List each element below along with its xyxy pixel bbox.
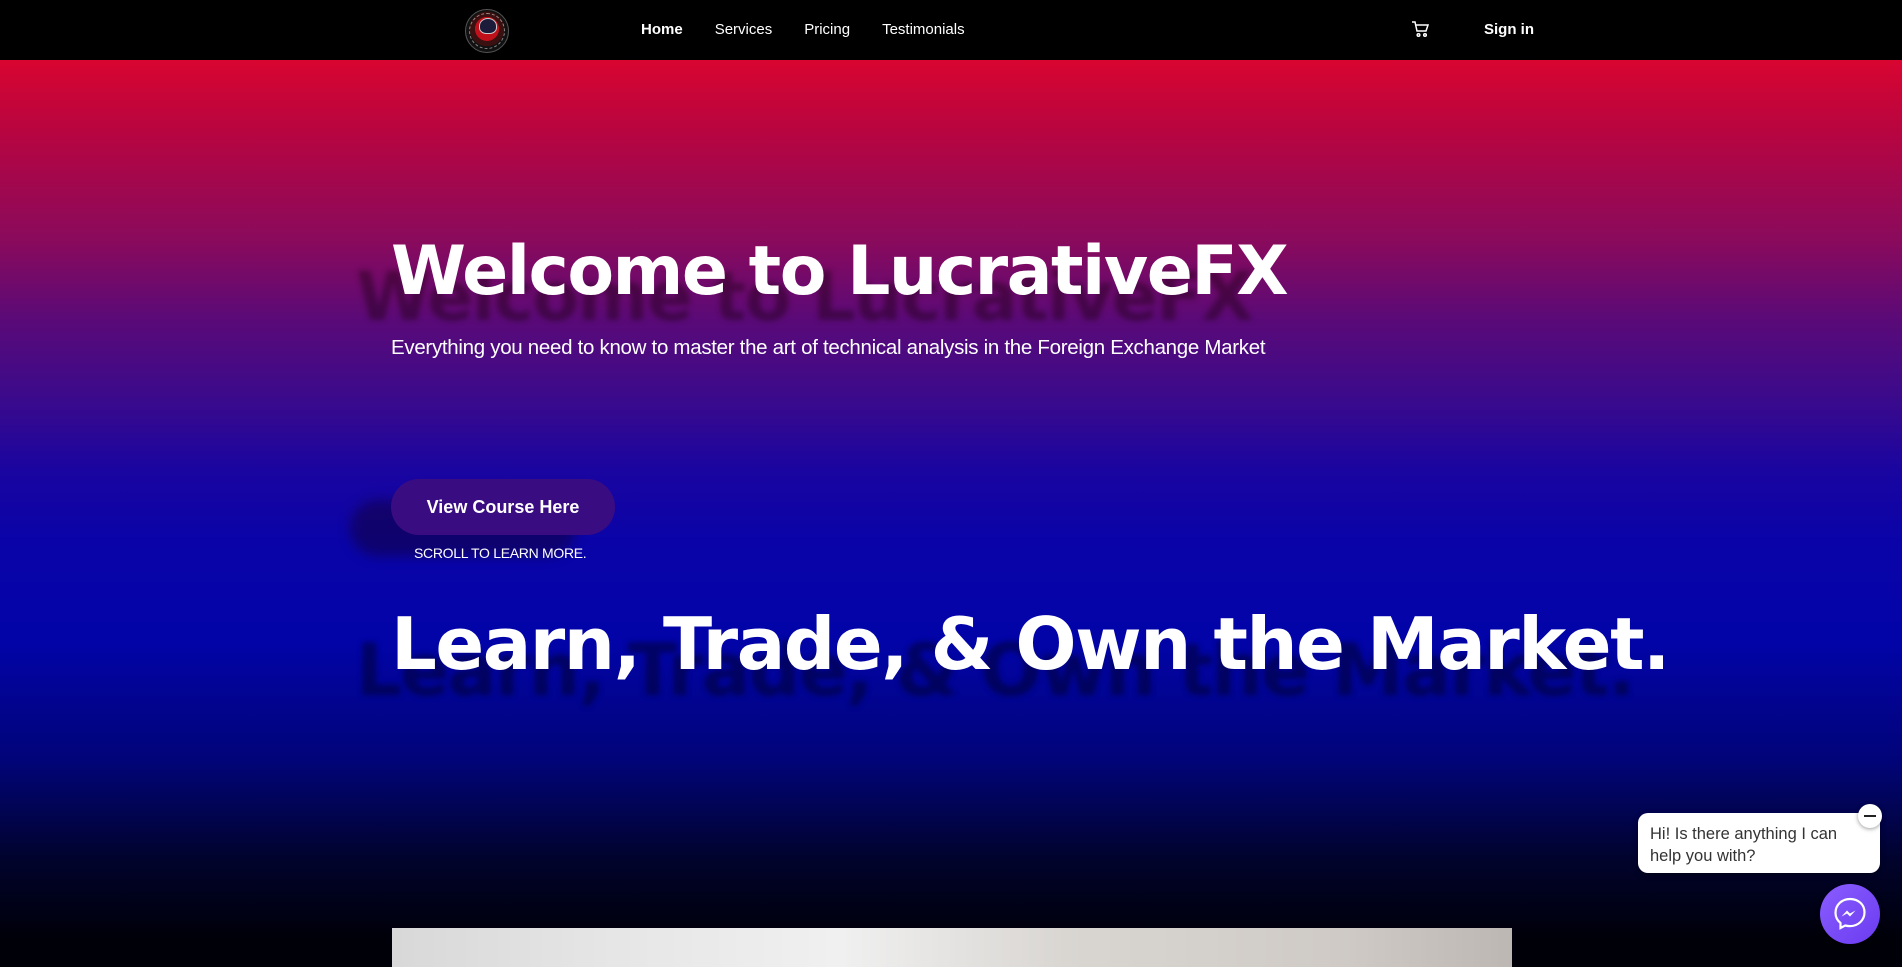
nav-link-pricing[interactable]: Pricing	[804, 0, 850, 60]
minus-icon[interactable]	[1858, 804, 1882, 828]
view-course-button[interactable]: View Course Here	[391, 479, 615, 535]
top-navbar: Home Services Pricing Testimonials Sign …	[0, 0, 1902, 60]
scroll-hint: SCROLL TO LEARN MORE.	[414, 545, 587, 561]
cart-icon[interactable]	[1411, 20, 1430, 38]
hero-tagline: Learn, Trade, & Own the Market.	[391, 602, 1670, 686]
nav-links: Home Services Pricing Testimonials	[641, 0, 997, 60]
messenger-icon[interactable]	[1820, 884, 1880, 944]
sign-in-link[interactable]: Sign in	[1484, 0, 1534, 60]
nav-link-services[interactable]: Services	[715, 0, 773, 60]
hero-subtitle: Everything you need to know to master th…	[391, 336, 1266, 359]
nav-link-home[interactable]: Home	[641, 0, 683, 60]
hero-image-preview	[392, 928, 1512, 967]
nav-link-testimonials[interactable]: Testimonials	[882, 0, 965, 60]
hero-title: Welcome to LucrativeFX	[391, 232, 1289, 311]
hero-section: Welcome to LucrativeFX Welcome to Lucrat…	[0, 0, 1902, 967]
bull-logo-icon[interactable]	[465, 9, 509, 53]
chat-greeting-bubble[interactable]: Hi! Is there anything I can help you wit…	[1638, 813, 1880, 873]
